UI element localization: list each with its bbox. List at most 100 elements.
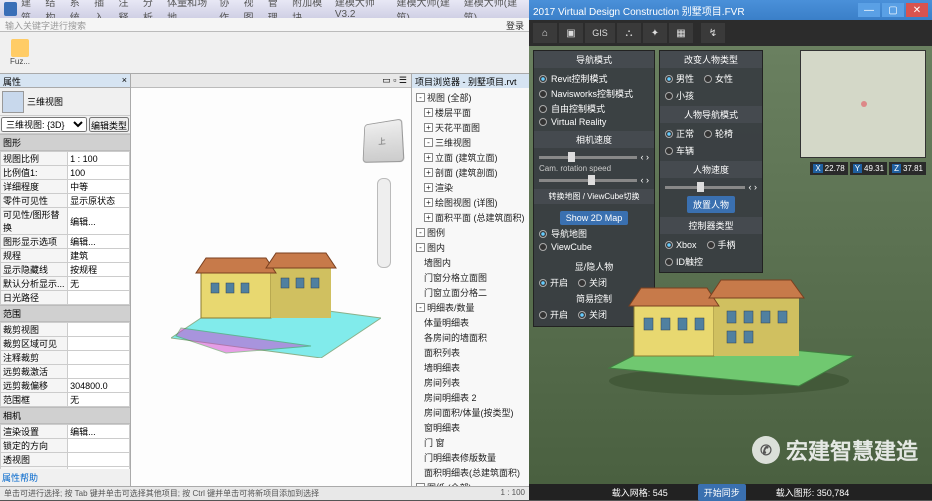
property-row[interactable]: 渲染设置编辑... [1, 425, 130, 439]
minimap[interactable] [800, 50, 926, 158]
tree-node[interactable]: -图例 [414, 225, 527, 240]
property-row[interactable]: 默认分析显示...无 [1, 277, 130, 291]
tool-box-icon[interactable]: ▣ [559, 23, 583, 43]
tree-node[interactable]: 窗明细表 [414, 420, 527, 435]
property-row[interactable]: 裁剪区域可见 [1, 337, 130, 351]
avatar-type-option[interactable]: 小孩 [665, 89, 694, 102]
tree-node[interactable]: 面积列表 [414, 345, 527, 360]
property-row[interactable]: 视图比例1 : 100 [1, 152, 130, 166]
project-browser-tree[interactable]: -视图 (全部)+楼层平面+天花平面图-三维视图+立面 (建筑立面)+剖面 (建… [412, 88, 529, 486]
navigation-bar[interactable] [377, 178, 391, 268]
avatar-speed-slider[interactable] [665, 186, 745, 189]
tree-node[interactable]: -图内 [414, 240, 527, 255]
property-row[interactable]: 零件可见性显示原状态 [1, 194, 130, 208]
minimize-button[interactable]: — [858, 3, 880, 17]
property-row[interactable]: 远剪裁偏移304800.0 [1, 379, 130, 393]
view-selector[interactable]: 三维视图: {3D} [1, 117, 87, 132]
property-row[interactable]: 锁定的方向 [1, 439, 130, 453]
start-sync-button[interactable]: 开始同步 [698, 484, 746, 501]
cam-rot-slider[interactable] [539, 179, 637, 182]
avatar-nav-option[interactable]: 正常 [665, 127, 694, 140]
property-row[interactable]: 透视图 [1, 453, 130, 467]
property-row[interactable]: 详细程度中等 [1, 180, 130, 194]
tool-tree-icon[interactable]: ⛬ [617, 23, 641, 43]
show-2d-map-button[interactable]: Show 2D Map [560, 211, 629, 225]
tree-node[interactable]: +立面 (建筑立面) [414, 150, 527, 165]
property-row[interactable]: 规程建筑 [1, 249, 130, 263]
tree-node[interactable]: +面积平面 (总建筑面积) [414, 210, 527, 225]
tool-path-icon[interactable]: ↯ [701, 23, 725, 43]
expand-icon[interactable]: - [416, 303, 425, 312]
tree-node[interactable]: +剖面 (建筑剖面) [414, 165, 527, 180]
nav-mode-option[interactable]: Virtual Reality [539, 116, 649, 128]
avatar-nav-option[interactable]: 轮椅 [704, 127, 733, 140]
login-button[interactable]: 登录 [501, 18, 529, 31]
tree-node[interactable]: -三维视图 [414, 135, 527, 150]
property-row[interactable]: 图形显示选项编辑... [1, 235, 130, 249]
tree-node[interactable]: 墙图内 [414, 255, 527, 270]
expand-icon[interactable]: - [416, 93, 425, 102]
nav-mode-option[interactable]: Revit控制模式 [539, 71, 649, 86]
property-row[interactable]: 注释裁剪 [1, 351, 130, 365]
property-row[interactable]: 可见性/图形替换编辑... [1, 208, 130, 235]
expand-icon[interactable]: + [424, 213, 433, 222]
expand-icon[interactable]: - [416, 243, 425, 252]
tree-node[interactable]: +天花平面图 [414, 120, 527, 135]
cam-speed-slider[interactable] [539, 156, 637, 159]
controller-option[interactable]: Xbox [665, 240, 697, 250]
properties-grid[interactable]: 图形视图比例1 : 100比例值1:100详细程度中等零件可见性显示原状态可见性… [0, 134, 130, 469]
tree-node[interactable]: 门明细表修版数量 [414, 450, 527, 465]
tree-node[interactable]: 房间列表 [414, 375, 527, 390]
property-row[interactable]: 显示隐藏线按规程 [1, 263, 130, 277]
tree-node[interactable]: 门窗立面分格二 [414, 285, 527, 300]
nav-mode-option[interactable]: 自由控制模式 [539, 101, 649, 116]
tree-node[interactable]: 房间明细表 2 [414, 390, 527, 405]
simple-ctrl-option[interactable]: 开启 [539, 308, 568, 321]
expand-icon[interactable]: - [416, 228, 425, 237]
tree-node[interactable]: 门 窗 [414, 435, 527, 450]
property-row[interactable]: 裁剪视图 [1, 323, 130, 337]
property-group-header[interactable]: 范围 [0, 305, 130, 322]
ribbon-button-fuzor[interactable]: Fuz... [6, 36, 34, 70]
show-avatar-option[interactable]: 开启 [539, 276, 568, 289]
maximize-button[interactable]: ▢ [882, 3, 904, 17]
expand-icon[interactable]: + [424, 168, 433, 177]
tool-home-icon[interactable]: ⌂ [533, 23, 557, 43]
revit-viewport[interactable]: ▭ ▫ ☰ 上 [131, 74, 411, 486]
tree-node[interactable]: 墙明细表 [414, 360, 527, 375]
property-row[interactable]: 比例值1:100 [1, 166, 130, 180]
expand-icon[interactable]: + [424, 108, 433, 117]
property-group-header[interactable]: 相机 [0, 407, 130, 424]
edit-type-button[interactable]: 编辑类型 [89, 117, 129, 132]
search-input[interactable]: 输入关键字进行搜索 [0, 18, 501, 31]
tree-node[interactable]: 门窗分格立面图 [414, 270, 527, 285]
controller-option[interactable]: 手柄 [707, 238, 736, 251]
viewcube[interactable]: 上 [363, 119, 405, 163]
vdc-3d-model[interactable] [599, 256, 859, 396]
vdc-viewport[interactable]: 导航模式 Revit控制模式Navisworks控制模式自由控制模式Virtua… [529, 46, 932, 484]
tool-gis-button[interactable]: GIS [585, 23, 615, 43]
tree-node[interactable]: 房间面积/体量(按类型) [414, 405, 527, 420]
viewport-opts-icon[interactable]: ▭ ▫ ☰ [382, 75, 407, 86]
tree-node[interactable]: +楼层平面 [414, 105, 527, 120]
nav-mode-option[interactable]: Navisworks控制模式 [539, 86, 649, 101]
map-switch-option[interactable]: 导航地图 [539, 226, 649, 241]
avatar-type-option[interactable]: 女性 [704, 72, 733, 85]
close-icon[interactable]: × [122, 75, 127, 86]
tree-node[interactable]: +绘图视图 (详图) [414, 195, 527, 210]
expand-icon[interactable]: - [424, 138, 433, 147]
expand-icon[interactable]: + [424, 183, 433, 192]
tool-puzzle-icon[interactable]: ✦ [643, 23, 667, 43]
expand-icon[interactable]: + [424, 123, 433, 132]
property-group-header[interactable]: 图形 [0, 134, 130, 151]
tree-node[interactable]: 面积明细表(总建筑面积) [414, 465, 527, 480]
property-row[interactable]: 范围框无 [1, 393, 130, 407]
expand-icon[interactable]: + [424, 153, 433, 162]
tool-grid-icon[interactable]: ▦ [669, 23, 693, 43]
tree-node[interactable]: 各房间的墙面积 [414, 330, 527, 345]
properties-help-link[interactable]: 属性帮助 [2, 473, 38, 483]
property-row[interactable]: 日光路径 [1, 291, 130, 305]
map-switch-option[interactable]: ViewCube [539, 241, 649, 253]
tree-node[interactable]: +渲染 [414, 180, 527, 195]
tree-node[interactable]: -明细表/数量 [414, 300, 527, 315]
